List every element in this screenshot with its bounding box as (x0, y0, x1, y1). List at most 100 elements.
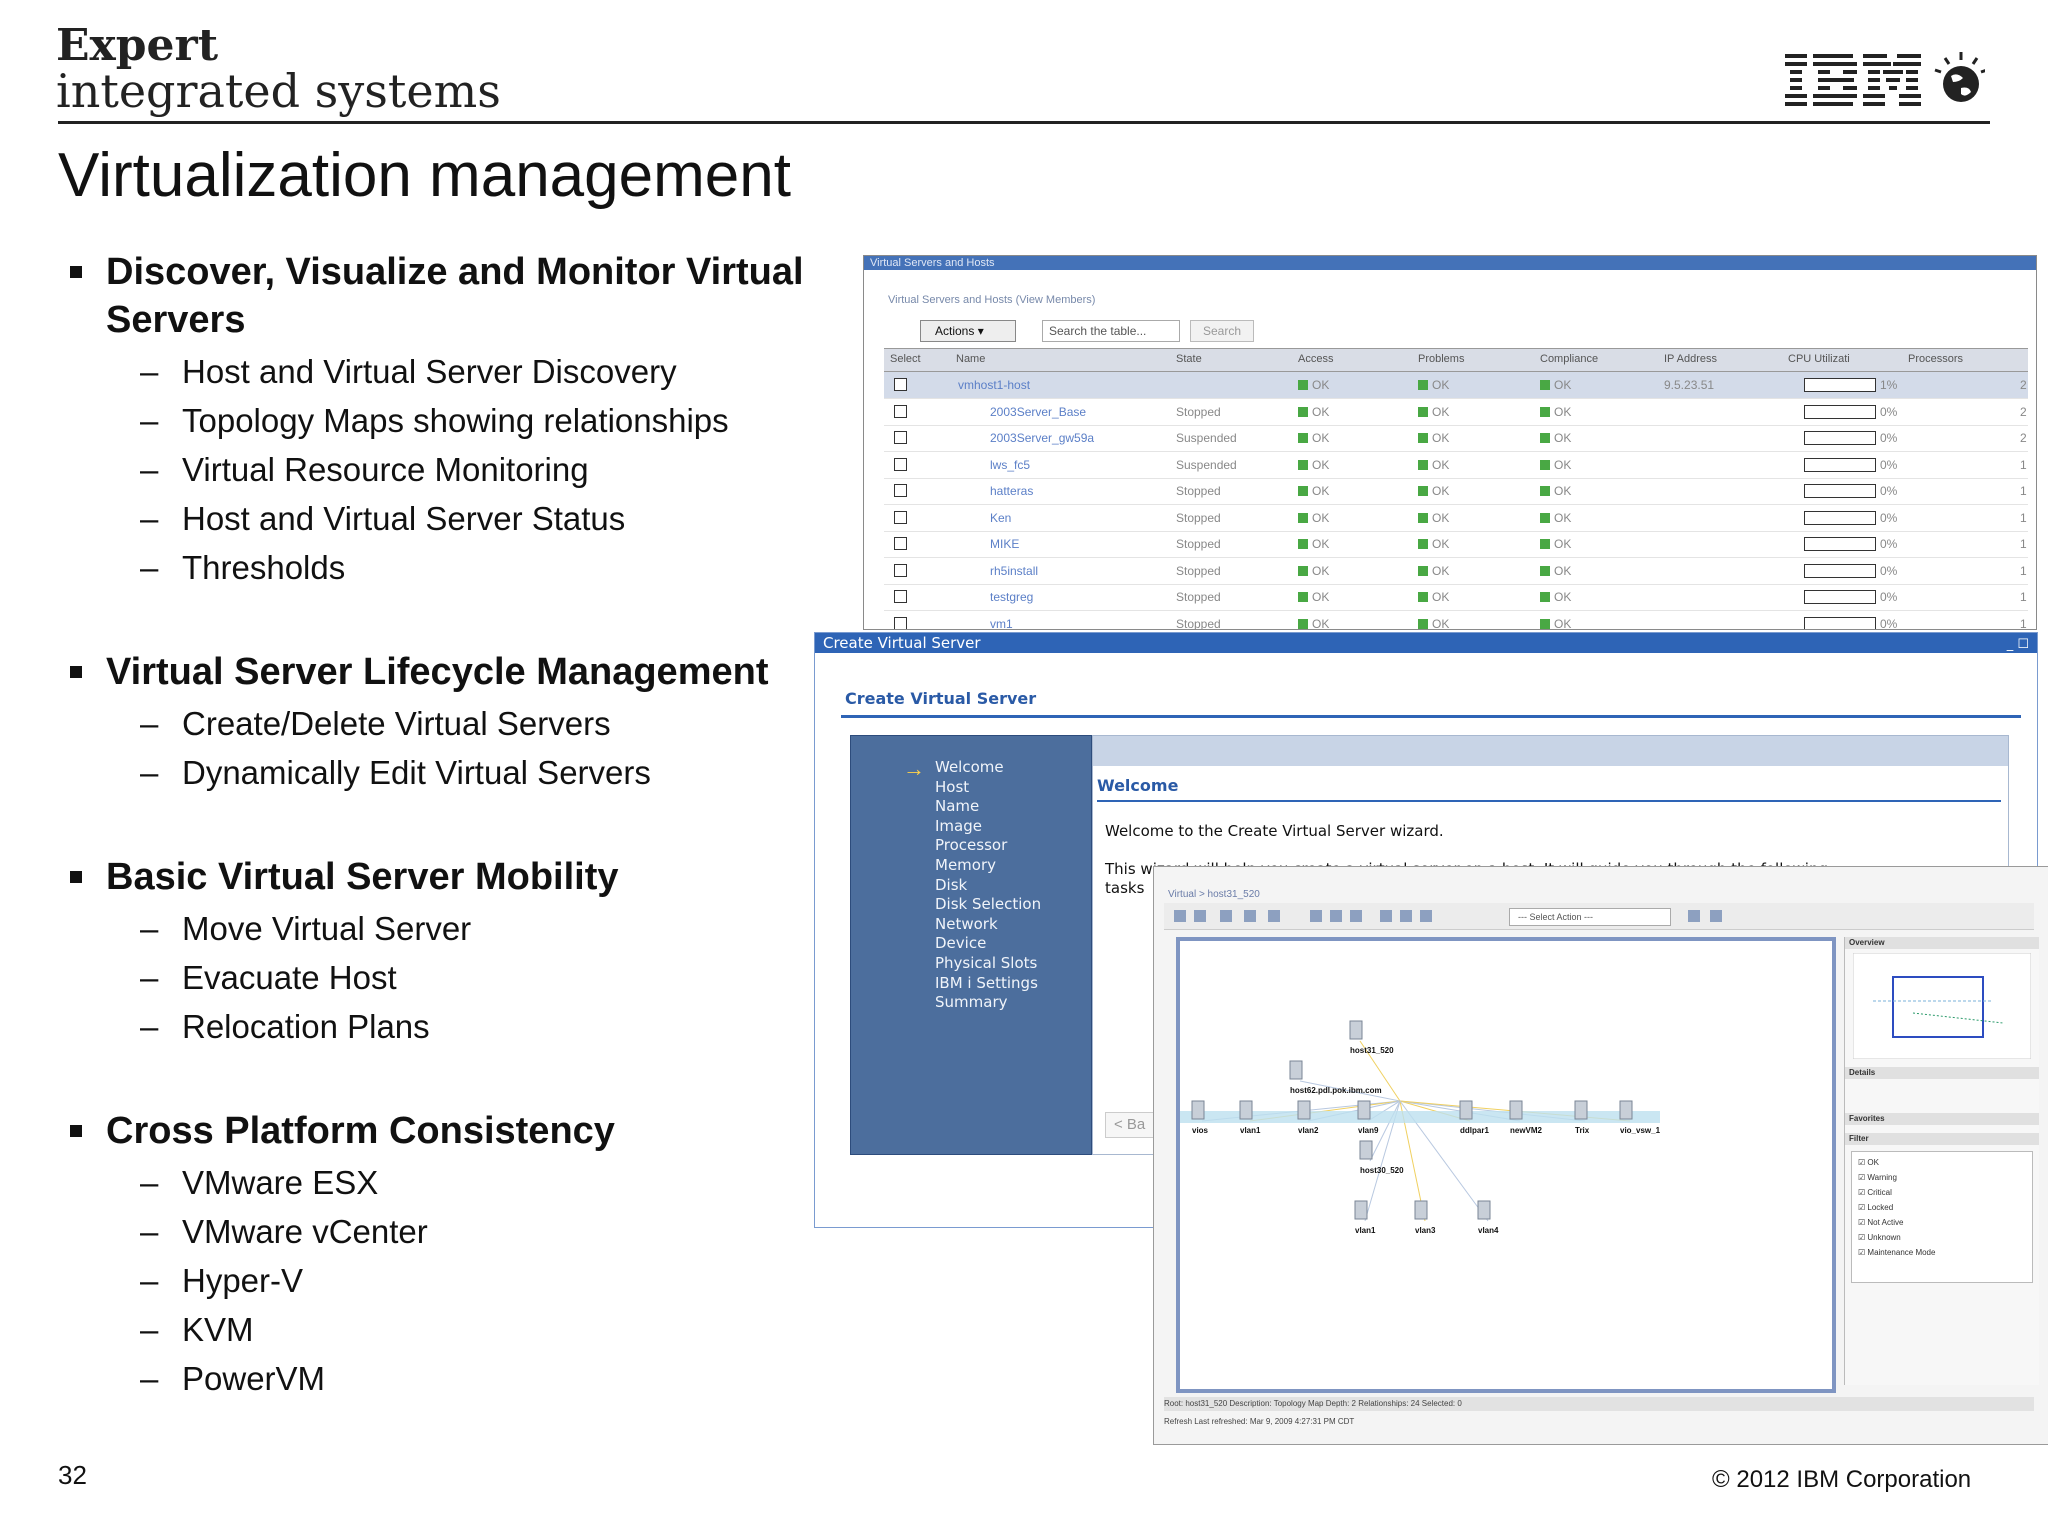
filter-status-item[interactable]: ☑ Maintenance Mode (1858, 1248, 1935, 1257)
row-checkbox[interactable] (894, 484, 907, 497)
table-row[interactable]: lws_fc5 Suspended OK OK OK 0% 1 (884, 452, 2028, 479)
column-header[interactable]: CPU Utilizati (1788, 353, 1850, 365)
select-icon[interactable] (1220, 910, 1232, 922)
wizard-nav-item[interactable]: Network (935, 915, 998, 935)
wizard-nav-item[interactable]: Welcome (935, 758, 1004, 778)
table-row[interactable]: vm1 Stopped OK OK OK 0% 1 (884, 611, 2028, 630)
wizard-nav-item[interactable]: Disk Selection (935, 895, 1041, 915)
export-icon[interactable] (1710, 910, 1722, 922)
topology-graph[interactable]: host31_520 host62.pdl.pok.ibm.com vios vlan… (1180, 941, 1832, 1389)
filter-status-item[interactable]: ☑ Not Active (1858, 1218, 1903, 1227)
node-label: vio_vsw_1 (1620, 1126, 1661, 1135)
list-item: – Thresholds (140, 549, 346, 586)
go-icon[interactable] (1688, 910, 1700, 922)
wizard-nav-item[interactable]: Name (935, 797, 979, 817)
filter-status-item[interactable]: ☑ Critical (1858, 1188, 1892, 1197)
pan-icon[interactable] (1244, 910, 1256, 922)
overview-minimap[interactable] (1853, 953, 2031, 1059)
wizard-nav-item[interactable]: Processor (935, 836, 1007, 856)
ok-status-icon (1298, 433, 1308, 443)
list-item-text: Topology Maps showing relationships (182, 402, 729, 439)
column-header[interactable]: Access (1298, 353, 1333, 365)
server-name-link[interactable]: lws_fc5 (990, 458, 1030, 472)
search-button[interactable]: Search (1190, 320, 1254, 342)
column-header[interactable]: Processors (1908, 353, 1963, 365)
problems-cell: OK (1418, 431, 1449, 445)
table-row[interactable]: vmhost1-host OK OK OK 9.5.23.51 1% 2 (884, 372, 2028, 399)
server-name-link[interactable]: rh5install (990, 564, 1038, 578)
layout-icon[interactable] (1268, 910, 1280, 922)
grid-icon[interactable] (1380, 910, 1392, 922)
row-checkbox[interactable] (894, 510, 907, 524)
tree-icon[interactable] (1400, 910, 1412, 922)
table-row[interactable]: testgreg Stopped OK OK OK 0% 1 (884, 584, 2028, 611)
ibm-logo (1785, 52, 1985, 106)
wizard-nav-item[interactable]: Image (935, 817, 982, 837)
ok-status-icon (1540, 459, 1550, 470)
wizard-nav-item[interactable]: Physical Slots (935, 954, 1037, 974)
row-checkbox[interactable] (894, 404, 907, 418)
window-controls-icon[interactable]: _ ☐ (2007, 635, 2029, 655)
filter-status-item[interactable]: ☑ OK (1858, 1158, 1879, 1167)
server-name-link[interactable]: vmhost1-host (958, 378, 1030, 392)
wizard-nav-item[interactable]: Summary (935, 993, 1008, 1013)
table-row[interactable]: hatteras Stopped OK OK OK 0% 1 (884, 478, 2028, 505)
zoom-in-icon[interactable] (1310, 910, 1322, 922)
column-header[interactable]: Name (956, 353, 985, 365)
refresh-bar[interactable]: Refresh Last refreshed: Mar 9, 2009 4:27… (1164, 1415, 2034, 1429)
back-icon[interactable] (1174, 910, 1186, 922)
server-name-link[interactable]: vm1 (990, 617, 1013, 630)
server-node-icon (1477, 1200, 1491, 1220)
wizard-nav-item[interactable]: Memory (935, 856, 996, 876)
problems-cell: OK (1418, 458, 1449, 472)
slide-title: Virtualization management (58, 141, 791, 210)
section-heading-text: Basic Virtual Server Mobility (106, 856, 619, 898)
filter-status-item[interactable]: ☑ Unknown (1858, 1233, 1901, 1242)
row-checkbox[interactable] (894, 537, 907, 550)
wizard-nav-item[interactable]: Disk (935, 876, 967, 896)
filter-status-item[interactable]: ☑ Warning (1858, 1173, 1897, 1182)
list-item: – KVM (140, 1311, 254, 1348)
server-name-link[interactable]: testgreg (990, 590, 1033, 604)
column-header[interactable]: State (1176, 353, 1202, 365)
column-header[interactable]: Problems (1418, 353, 1464, 365)
node-label: vlan4 (1478, 1226, 1499, 1235)
server-name-link[interactable]: MIKE (990, 537, 1019, 551)
column-header[interactable]: Compliance (1540, 353, 1598, 365)
row-checkbox[interactable] (894, 431, 907, 444)
row-checkbox[interactable] (894, 616, 907, 629)
select-action-dropdown[interactable]: --- Select Action --- (1509, 908, 1671, 926)
actions-dropdown[interactable]: Actions ▾ (920, 320, 1016, 342)
topology-canvas[interactable]: host31_520 host62.pdl.pok.ibm.com vios vlan… (1176, 937, 1836, 1393)
server-name-link[interactable]: 2003Server_Base (990, 405, 1086, 419)
server-name-link[interactable]: Ken (990, 511, 1011, 525)
table-row[interactable]: Ken Stopped OK OK OK 0% 1 (884, 505, 2028, 532)
cpu-cell: 0% (1880, 457, 1898, 472)
column-header[interactable]: Select (890, 353, 921, 365)
forward-icon[interactable] (1194, 910, 1206, 922)
section-heading-text: Servers (106, 299, 246, 341)
filter-status-item[interactable]: ☑ Locked (1858, 1203, 1893, 1212)
server-name-link[interactable]: 2003Server_gw59a (990, 431, 1094, 445)
table-row[interactable]: 2003Server_Base Stopped OK OK OK 0% 2 (884, 399, 2028, 426)
wizard-nav-item[interactable]: IBM i Settings (935, 974, 1038, 994)
table-row[interactable]: 2003Server_gw59a Suspended OK OK OK 0% 2 (884, 425, 2028, 452)
window-subtitle: Virtual Servers and Hosts (View Members) (888, 294, 1096, 306)
column-header[interactable]: IP Address (1664, 353, 1717, 365)
server-name-link[interactable]: hatteras (990, 484, 1033, 498)
row-checkbox[interactable] (894, 457, 907, 471)
table-row[interactable]: MIKE Stopped OK OK OK 0% 1 (884, 531, 2028, 558)
table-search-input[interactable]: Search the table... (1042, 320, 1180, 342)
breadcrumb[interactable]: Virtual > host31_520 (1168, 889, 1260, 900)
wizard-nav-item[interactable]: Device (935, 934, 986, 954)
table-row[interactable]: rh5install Stopped OK OK OK 0% 1 (884, 558, 2028, 585)
row-checkbox[interactable] (894, 378, 907, 391)
cpu-bar (1804, 431, 1876, 445)
hierarchy-icon[interactable] (1420, 910, 1432, 922)
row-checkbox[interactable] (894, 563, 907, 577)
zoom-fit-icon[interactable] (1350, 910, 1362, 922)
zoom-out-icon[interactable] (1330, 910, 1342, 922)
row-checkbox[interactable] (894, 590, 907, 603)
window-titlebar: Virtual Servers and Hosts (864, 256, 2036, 270)
wizard-nav-item[interactable]: Host (935, 778, 969, 798)
